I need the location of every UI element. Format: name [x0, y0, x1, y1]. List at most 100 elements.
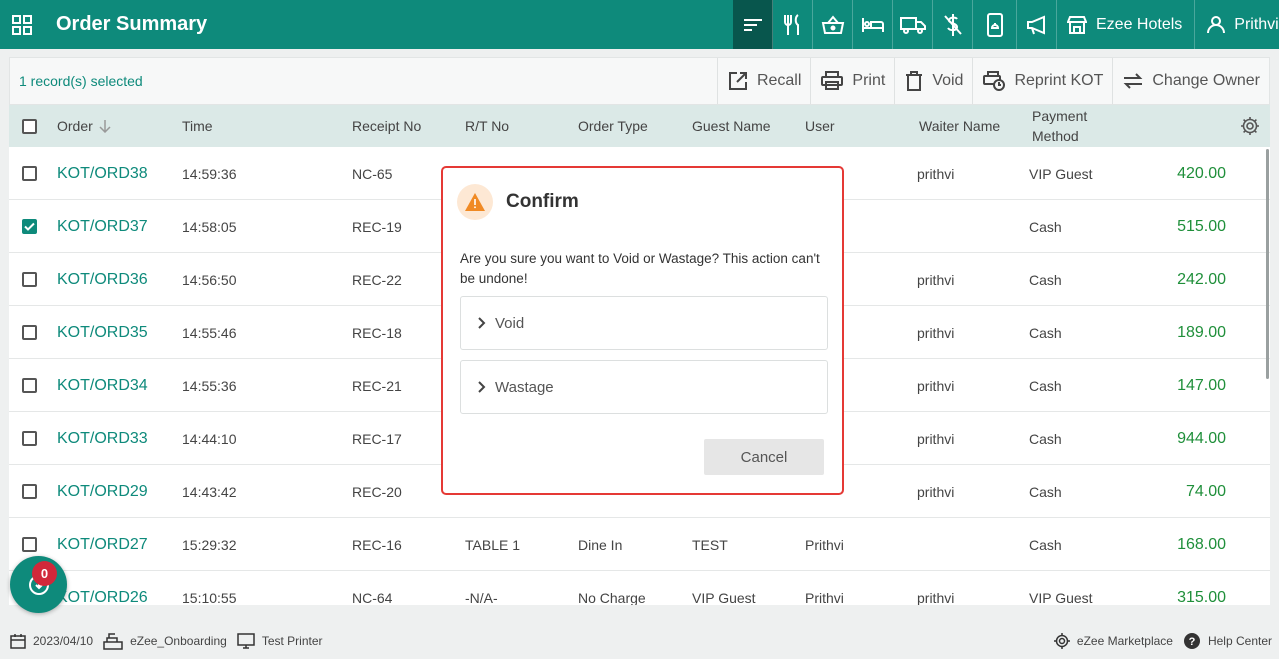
- store-icon: [1067, 15, 1087, 34]
- monitor-icon: [237, 632, 255, 649]
- void-button[interactable]: Void: [894, 58, 972, 104]
- no-dollar-icon[interactable]: [933, 0, 973, 49]
- cell-time: 14:43:42: [182, 483, 237, 500]
- change-owner-button[interactable]: Change Owner: [1112, 58, 1269, 104]
- cell-amount: 944.00: [1177, 429, 1226, 447]
- print-button[interactable]: Print: [810, 58, 894, 104]
- cancel-button[interactable]: Cancel: [704, 439, 824, 475]
- cell-receipt: REC-22: [352, 271, 402, 288]
- cell-time: 15:10:55: [182, 589, 237, 606]
- row-checkbox[interactable]: [22, 166, 37, 181]
- row-checkbox[interactable]: [22, 325, 37, 340]
- top-bar: Order Summary Ezee Hotels Prithvi: [0, 0, 1279, 49]
- table-row[interactable]: KOT/ORD27 15:29:32 REC-16 TABLE 1 Dine In TES…: [9, 518, 1270, 571]
- wastage-option[interactable]: Wastage: [460, 360, 828, 414]
- table-header: Order Time Receipt No R/T No Order Type …: [9, 105, 1270, 147]
- cell-guest: TEST: [692, 536, 728, 553]
- footer-printer[interactable]: Test Printer: [237, 632, 323, 649]
- order-column-header[interactable]: Order: [57, 105, 111, 147]
- cell-waiter: prithvi: [917, 483, 955, 500]
- order-link[interactable]: KOT/ORD29: [57, 465, 148, 518]
- cell-payment: Cash: [1029, 377, 1062, 394]
- cash-register-icon: [103, 632, 123, 650]
- cell-time: 14:55:36: [182, 377, 237, 394]
- module-nav: Ezee Hotels Prithvi: [733, 0, 1279, 49]
- cell-payment: Cash: [1029, 483, 1062, 500]
- user-name: Prithvi: [1234, 15, 1279, 33]
- row-checkbox[interactable]: [22, 484, 37, 499]
- order-link[interactable]: KOT/ORD33: [57, 412, 148, 465]
- basket-icon[interactable]: [813, 0, 853, 49]
- reprint-kot-button[interactable]: Reprint KOT: [972, 58, 1112, 104]
- time-column-header[interactable]: Time: [182, 105, 213, 147]
- cell-receipt: REC-17: [352, 430, 402, 447]
- megaphone-icon[interactable]: [1017, 0, 1057, 49]
- table-row[interactable]: KOT/ORD26 15:10:55 NC-64 -N/A- No Charge VIP …: [9, 571, 1270, 605]
- cell-amount: 168.00: [1177, 535, 1226, 553]
- page-title: Order Summary: [56, 13, 208, 35]
- order-link[interactable]: KOT/ORD36: [57, 253, 148, 306]
- row-checkbox[interactable]: [22, 272, 37, 287]
- payment-header-line2: Method: [1032, 128, 1079, 144]
- cell-time: 14:59:36: [182, 165, 237, 182]
- row-checkbox[interactable]: [22, 378, 37, 393]
- cell-receipt: REC-19: [352, 218, 402, 235]
- hotel-name: Ezee Hotels: [1096, 15, 1183, 33]
- order-link[interactable]: KOT/ORD38: [57, 147, 148, 200]
- sort-icon[interactable]: [733, 0, 773, 49]
- rt-column-header[interactable]: R/T No: [465, 105, 509, 147]
- truck-icon[interactable]: [893, 0, 933, 49]
- guest-column-header[interactable]: Guest Name: [692, 105, 771, 147]
- void-option[interactable]: Void: [460, 296, 828, 350]
- gear-icon[interactable]: [1240, 105, 1260, 147]
- check-icon: [24, 222, 35, 231]
- cell-receipt: REC-21: [352, 377, 402, 394]
- phone-bell-icon[interactable]: [973, 0, 1017, 49]
- user-column-header[interactable]: User: [805, 105, 835, 147]
- cell-payment: Cash: [1029, 430, 1062, 447]
- footer-property-label: eZee_Onboarding: [130, 633, 227, 648]
- help-center-link[interactable]: ? Help Center: [1183, 632, 1272, 650]
- order-link[interactable]: KOT/ORD35: [57, 306, 148, 359]
- sort-down-icon: [99, 120, 111, 133]
- cell-receipt: NC-65: [352, 165, 393, 182]
- order-type-column-header[interactable]: Order Type: [578, 105, 648, 147]
- cell-user: Prithvi: [805, 536, 844, 553]
- cell-amount: 189.00: [1177, 323, 1226, 341]
- hotel-selector[interactable]: Ezee Hotels: [1057, 0, 1196, 49]
- swap-icon: [1123, 73, 1143, 89]
- cell-time: 14:44:10: [182, 430, 237, 447]
- confirm-dialog: Confirm Are you sure you want to Void or…: [441, 166, 844, 495]
- order-link[interactable]: KOT/ORD27: [57, 518, 148, 571]
- payment-column-header[interactable]: Payment Method: [1032, 105, 1087, 147]
- receipt-column-header[interactable]: Receipt No: [352, 105, 421, 147]
- row-checkbox[interactable]: [22, 219, 37, 234]
- cell-payment: VIP Guest: [1029, 165, 1093, 182]
- record-toolbar: 1 record(s) selected Recall Print Void R…: [9, 57, 1270, 105]
- user-icon: [1207, 15, 1226, 33]
- table-scrollbar[interactable]: [1266, 149, 1269, 379]
- footer-date[interactable]: 2023/04/10: [10, 633, 93, 649]
- restaurant-icon[interactable]: [773, 0, 813, 49]
- order-link[interactable]: KOT/ORD34: [57, 359, 148, 412]
- marketplace-link[interactable]: eZee Marketplace: [1053, 632, 1173, 649]
- dialog-title: Confirm: [506, 191, 579, 212]
- bed-icon[interactable]: [853, 0, 893, 49]
- cell-guest: VIP Guest: [692, 589, 756, 606]
- user-menu[interactable]: Prithvi: [1195, 0, 1279, 49]
- row-checkbox[interactable]: [22, 431, 37, 446]
- app-grid-icon[interactable]: [0, 0, 44, 49]
- help-center-label: Help Center: [1207, 633, 1272, 648]
- order-link[interactable]: KOT/ORD26: [57, 571, 148, 606]
- cell-receipt: REC-16: [352, 536, 402, 553]
- row-checkbox[interactable]: [22, 537, 37, 552]
- select-all-checkbox[interactable]: [22, 118, 37, 134]
- waiter-column-header[interactable]: Waiter Name: [919, 105, 1000, 147]
- calendar-icon: [10, 633, 26, 649]
- recall-button[interactable]: Recall: [716, 58, 810, 104]
- cell-waiter: prithvi: [917, 589, 955, 606]
- footer-property[interactable]: eZee_Onboarding: [103, 632, 227, 650]
- order-header-label: Order: [57, 118, 93, 134]
- cell-payment: Cash: [1029, 218, 1062, 235]
- order-link[interactable]: KOT/ORD37: [57, 200, 148, 253]
